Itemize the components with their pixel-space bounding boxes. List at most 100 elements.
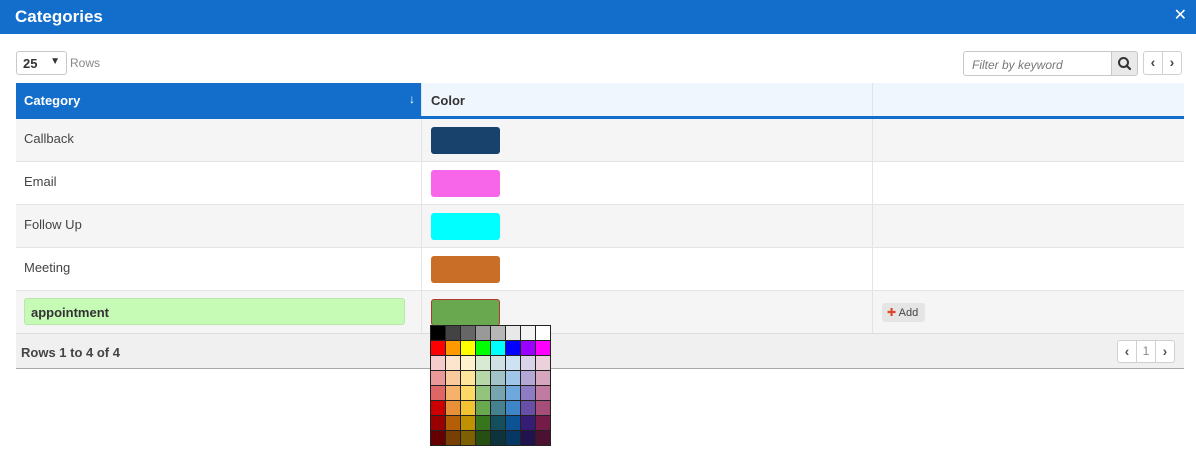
palette-color-swatch[interactable]: [431, 326, 445, 340]
palette-color-swatch[interactable]: [476, 371, 490, 385]
palette-color-swatch[interactable]: [446, 431, 460, 445]
footer-page-number[interactable]: 1: [1136, 340, 1156, 363]
column-header-actions: [872, 83, 1184, 116]
palette-color-swatch[interactable]: [536, 416, 550, 430]
palette-color-swatch[interactable]: [461, 371, 475, 385]
table-row[interactable]: Meeting: [16, 248, 1184, 291]
add-button[interactable]: ✚ Add: [882, 303, 925, 322]
palette-color-swatch[interactable]: [431, 401, 445, 415]
actions-cell: [872, 119, 1184, 161]
palette-color-swatch[interactable]: [446, 326, 460, 340]
palette-color-swatch[interactable]: [461, 431, 475, 445]
palette-color-swatch[interactable]: [476, 341, 490, 355]
palette-color-swatch[interactable]: [491, 431, 505, 445]
rows-per-page-value: 25: [23, 56, 38, 71]
prev-page-button[interactable]: ‹: [1143, 51, 1163, 75]
palette-color-swatch[interactable]: [476, 401, 490, 415]
table-row[interactable]: Callback: [16, 119, 1184, 162]
palette-color-swatch[interactable]: [431, 341, 445, 355]
palette-color-swatch[interactable]: [506, 341, 520, 355]
palette-color-swatch[interactable]: [491, 401, 505, 415]
palette-color-swatch[interactable]: [476, 431, 490, 445]
table-row[interactable]: Follow Up: [16, 205, 1184, 248]
rows-per-page-select[interactable]: 25 ▼: [16, 51, 67, 75]
category-name-input[interactable]: appointment: [24, 298, 405, 325]
palette-color-swatch[interactable]: [461, 386, 475, 400]
palette-color-swatch[interactable]: [506, 416, 520, 430]
color-swatch[interactable]: [431, 213, 500, 240]
palette-color-swatch[interactable]: [506, 431, 520, 445]
palette-color-swatch[interactable]: [431, 386, 445, 400]
column-header-category-label: Category: [24, 93, 81, 108]
palette-color-swatch[interactable]: [506, 326, 520, 340]
search-button[interactable]: [1111, 51, 1138, 76]
palette-color-swatch[interactable]: [506, 371, 520, 385]
palette-color-swatch[interactable]: [536, 371, 550, 385]
color-picker-button[interactable]: [431, 299, 500, 326]
palette-color-swatch[interactable]: [521, 431, 535, 445]
palette-color-swatch[interactable]: [521, 401, 535, 415]
palette-color-swatch[interactable]: [536, 341, 550, 355]
palette-color-swatch[interactable]: [521, 356, 535, 370]
color-swatch[interactable]: [431, 127, 500, 154]
palette-color-swatch[interactable]: [521, 326, 535, 340]
palette-color-swatch[interactable]: [431, 371, 445, 385]
palette-color-swatch[interactable]: [476, 326, 490, 340]
close-icon[interactable]: ✕: [1174, 8, 1187, 24]
palette-color-swatch[interactable]: [431, 416, 445, 430]
palette-color-swatch[interactable]: [536, 431, 550, 445]
palette-color-swatch[interactable]: [536, 401, 550, 415]
palette-color-swatch[interactable]: [461, 401, 475, 415]
palette-color-swatch[interactable]: [506, 356, 520, 370]
palette-color-swatch[interactable]: [476, 356, 490, 370]
palette-color-swatch[interactable]: [491, 326, 505, 340]
color-swatch[interactable]: [431, 170, 500, 197]
footer-next-page-button[interactable]: ›: [1155, 340, 1175, 363]
palette-color-swatch[interactable]: [446, 386, 460, 400]
palette-color-swatch[interactable]: [491, 356, 505, 370]
palette-color-swatch[interactable]: [536, 356, 550, 370]
palette-color-swatch[interactable]: [521, 371, 535, 385]
palette-color-swatch[interactable]: [536, 386, 550, 400]
column-header-color[interactable]: Color: [421, 83, 872, 116]
palette-color-swatch[interactable]: [461, 326, 475, 340]
color-cell: [421, 162, 872, 204]
palette-color-swatch[interactable]: [461, 341, 475, 355]
palette-color-swatch[interactable]: [446, 371, 460, 385]
palette-color-swatch[interactable]: [521, 386, 535, 400]
palette-color-swatch[interactable]: [446, 401, 460, 415]
palette-color-swatch[interactable]: [476, 386, 490, 400]
palette-color-swatch[interactable]: [476, 416, 490, 430]
palette-color-swatch[interactable]: [431, 431, 445, 445]
palette-color-swatch[interactable]: [521, 341, 535, 355]
actions-cell: [872, 162, 1184, 204]
palette-color-swatch[interactable]: [521, 416, 535, 430]
chevron-down-icon: ▼: [50, 56, 60, 67]
table-row[interactable]: Email: [16, 162, 1184, 205]
palette-color-swatch[interactable]: [431, 356, 445, 370]
table-header: Category ↓ Color: [16, 83, 1184, 119]
color-cell: [421, 248, 872, 290]
palette-color-swatch[interactable]: [446, 341, 460, 355]
filter-placeholder: Filter by keyword: [972, 58, 1063, 72]
filter-input[interactable]: Filter by keyword: [963, 51, 1112, 76]
category-cell: Meeting: [24, 260, 71, 275]
palette-color-swatch[interactable]: [461, 356, 475, 370]
footer-prev-page-button[interactable]: ‹: [1117, 340, 1137, 363]
category-cell: Follow Up: [24, 217, 82, 232]
column-header-category[interactable]: Category ↓: [16, 83, 421, 116]
actions-cell: ✚ Add: [872, 291, 1184, 333]
palette-color-swatch[interactable]: [491, 386, 505, 400]
palette-color-swatch[interactable]: [446, 356, 460, 370]
next-page-button[interactable]: ›: [1162, 51, 1182, 75]
palette-color-swatch[interactable]: [491, 416, 505, 430]
palette-color-swatch[interactable]: [506, 386, 520, 400]
color-swatch[interactable]: [431, 256, 500, 283]
palette-color-swatch[interactable]: [461, 416, 475, 430]
palette-color-swatch[interactable]: [491, 341, 505, 355]
palette-color-swatch[interactable]: [491, 371, 505, 385]
color-palette-popup: [430, 325, 551, 446]
palette-color-swatch[interactable]: [536, 326, 550, 340]
palette-color-swatch[interactable]: [446, 416, 460, 430]
palette-color-swatch[interactable]: [506, 401, 520, 415]
